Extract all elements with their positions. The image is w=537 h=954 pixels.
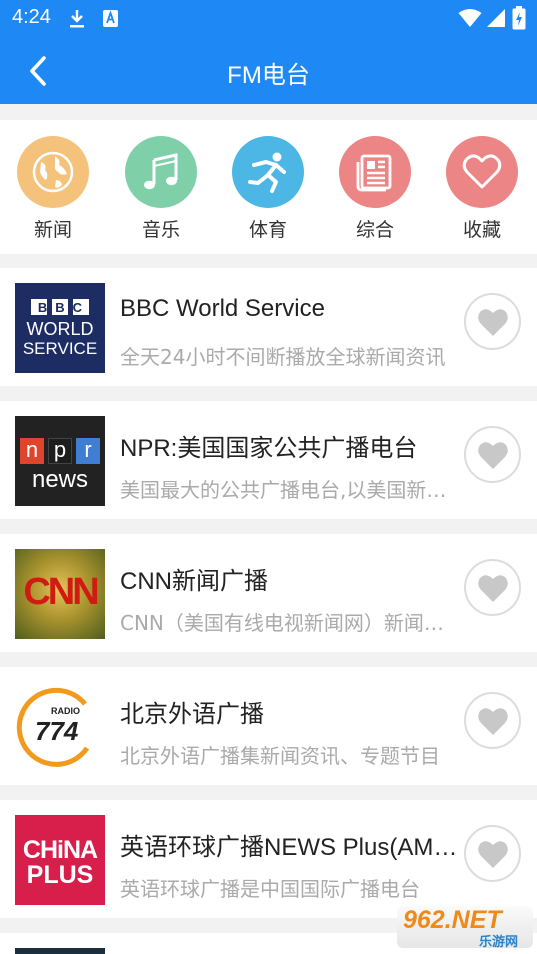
station-desc: 全天24小时不间断播放全球新闻资讯 (120, 345, 446, 369)
battery-icon (512, 6, 526, 30)
station-logo-bbc: BBC WORLD SERVICE (15, 283, 105, 373)
heart-icon (478, 309, 508, 336)
running-icon (248, 152, 286, 193)
station-name: 北京外语广播 (120, 701, 264, 728)
page-title: FM电台 (227, 62, 310, 89)
music-note-icon (144, 153, 178, 190)
watermark-logo: 962.NET 乐游网 (397, 904, 533, 950)
status-time: 4:24 (12, 6, 51, 28)
category-label: 综合 (355, 219, 394, 241)
heart-icon (478, 841, 508, 868)
heart-icon (478, 708, 508, 735)
favorite-button[interactable] (464, 825, 521, 882)
category-general[interactable]: 综合 (330, 136, 420, 246)
download-icon (70, 10, 84, 28)
station-logo-npr: n p r news (15, 416, 105, 506)
category-favorites[interactable]: 收藏 (437, 136, 527, 246)
newspaper-icon (356, 154, 392, 192)
heart-icon (462, 154, 502, 189)
station-item[interactable]: RADIO 774 北京外语广播 北京外语广播集新闻资讯、专题节目 (0, 667, 537, 785)
category-label: 体育 (248, 219, 287, 241)
station-desc: 北京外语广播集新闻资讯、专题节目 (120, 744, 440, 768)
signal-icon (487, 9, 505, 27)
category-bar: 新闻 音乐 体育 综合 收藏 (0, 120, 537, 254)
station-logo (15, 948, 105, 954)
station-desc: 美国最大的公共广播电台,以美国新闻为主 (120, 478, 455, 502)
favorite-button[interactable] (464, 692, 521, 749)
heart-icon (478, 442, 508, 469)
category-sports[interactable]: 体育 (223, 136, 313, 246)
station-logo-cnn: CNN (15, 549, 105, 639)
favorite-button[interactable] (464, 559, 521, 616)
station-desc: CNN（美国有线电视新闻网）新闻广播 (120, 611, 455, 635)
station-logo-chinaplus: CHiNA PLUS (15, 815, 105, 905)
favorite-button[interactable] (464, 426, 521, 483)
station-name: NPR:美国国家公共广播电台 (120, 435, 418, 462)
favorite-button[interactable] (464, 293, 521, 350)
category-circle (339, 136, 411, 208)
category-label: 收藏 (462, 219, 501, 241)
status-bar: 4:24 (0, 0, 537, 38)
station-item[interactable]: CNN CNN新闻广播 CNN（美国有线电视新闻网）新闻广播 (0, 534, 537, 652)
globe-icon (32, 151, 74, 193)
station-name: BBC World Service (120, 295, 325, 322)
wifi-icon (458, 9, 482, 27)
heart-icon (478, 575, 508, 602)
station-item[interactable]: CHiNA PLUS 英语环球广播NEWS Plus(AM846) 英语环球广播… (0, 800, 537, 918)
station-name: CNN新闻广播 (120, 568, 268, 595)
station-name: 英语环球广播NEWS Plus(AM846) (120, 834, 465, 861)
category-label: 音乐 (141, 219, 180, 241)
station-desc: 英语环球广播是中国国际广播电台 (120, 877, 420, 901)
category-news[interactable]: 新闻 (8, 136, 98, 246)
category-label: 新闻 (33, 219, 72, 241)
category-circle (446, 136, 518, 208)
category-music[interactable]: 音乐 (116, 136, 206, 246)
station-item[interactable]: BBC WORLD SERVICE BBC World Service 全天24… (0, 268, 537, 386)
app-notification-icon (103, 10, 118, 27)
app-bar: FM电台 (0, 38, 537, 104)
station-logo-radio774: RADIO 774 (15, 682, 105, 772)
category-circle (17, 136, 89, 208)
station-item[interactable]: n p r news NPR:美国国家公共广播电台 美国最大的公共广播电台,以美… (0, 401, 537, 519)
category-circle (232, 136, 304, 208)
category-circle (125, 136, 197, 208)
